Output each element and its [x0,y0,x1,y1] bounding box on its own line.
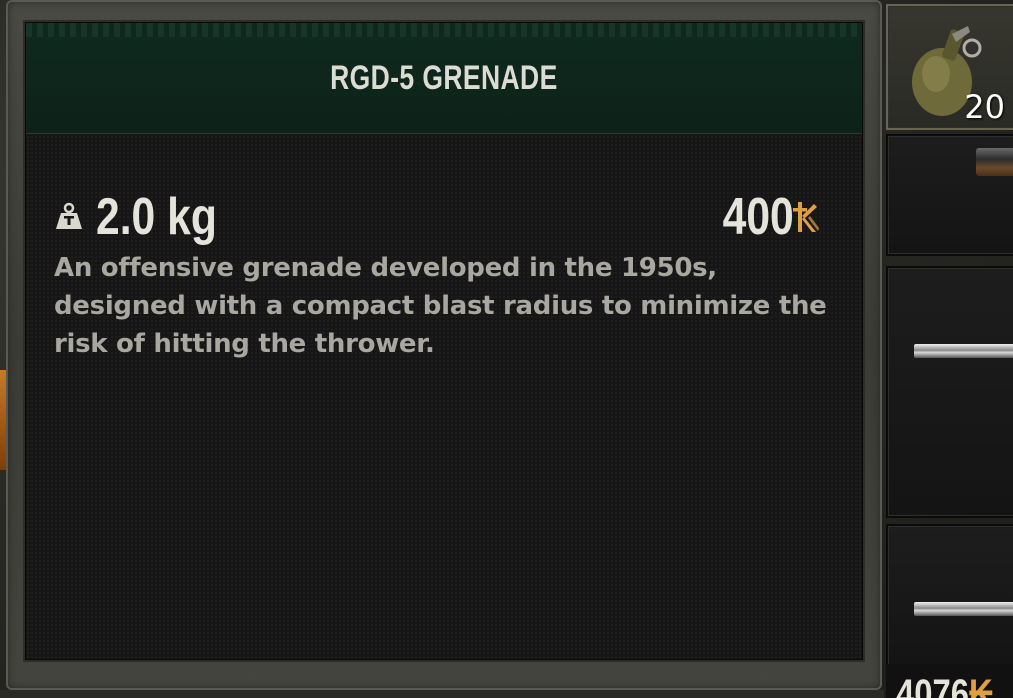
price-value: 400 [722,188,794,246]
inventory-slot[interactable] [886,266,1013,518]
item-tooltip: RGD-5 GRENADE 2.0 kg 400 An offensive gr… [25,22,863,660]
item-stats-row: 2.0 kg 400 [54,187,820,247]
inventory-slot[interactable] [886,524,1013,668]
game-inventory-screen: RGD-5 GRENADE 2.0 kg 400 An offensive gr… [0,0,1013,698]
inventory-slot[interactable] [886,134,1013,256]
rifle-part-icon [976,148,1013,176]
weight-value: 2.0 kg [96,188,217,246]
inventory-total-value: 4076₭ [886,664,1013,698]
tooltip-header: RGD-5 GRENADE [26,23,862,134]
item-weight: 2.0 kg [54,187,243,247]
frame-bottom-edge [0,690,884,698]
rifle-barrel-icon [914,602,1013,616]
rifle-barrel-icon [914,344,1013,358]
item-count: 20 [964,88,1005,126]
item-price: 400 [707,187,820,247]
total-value: 4076 [896,672,969,698]
weight-icon [56,202,82,229]
currency-icon: ₭ [968,672,993,698]
item-title: RGD-5 GRENADE [330,58,558,97]
item-description: An offensive grenade developed in the 19… [54,253,827,359]
inventory-slot-grenade[interactable]: 20 [886,4,1013,130]
currency-icon [793,202,819,232]
